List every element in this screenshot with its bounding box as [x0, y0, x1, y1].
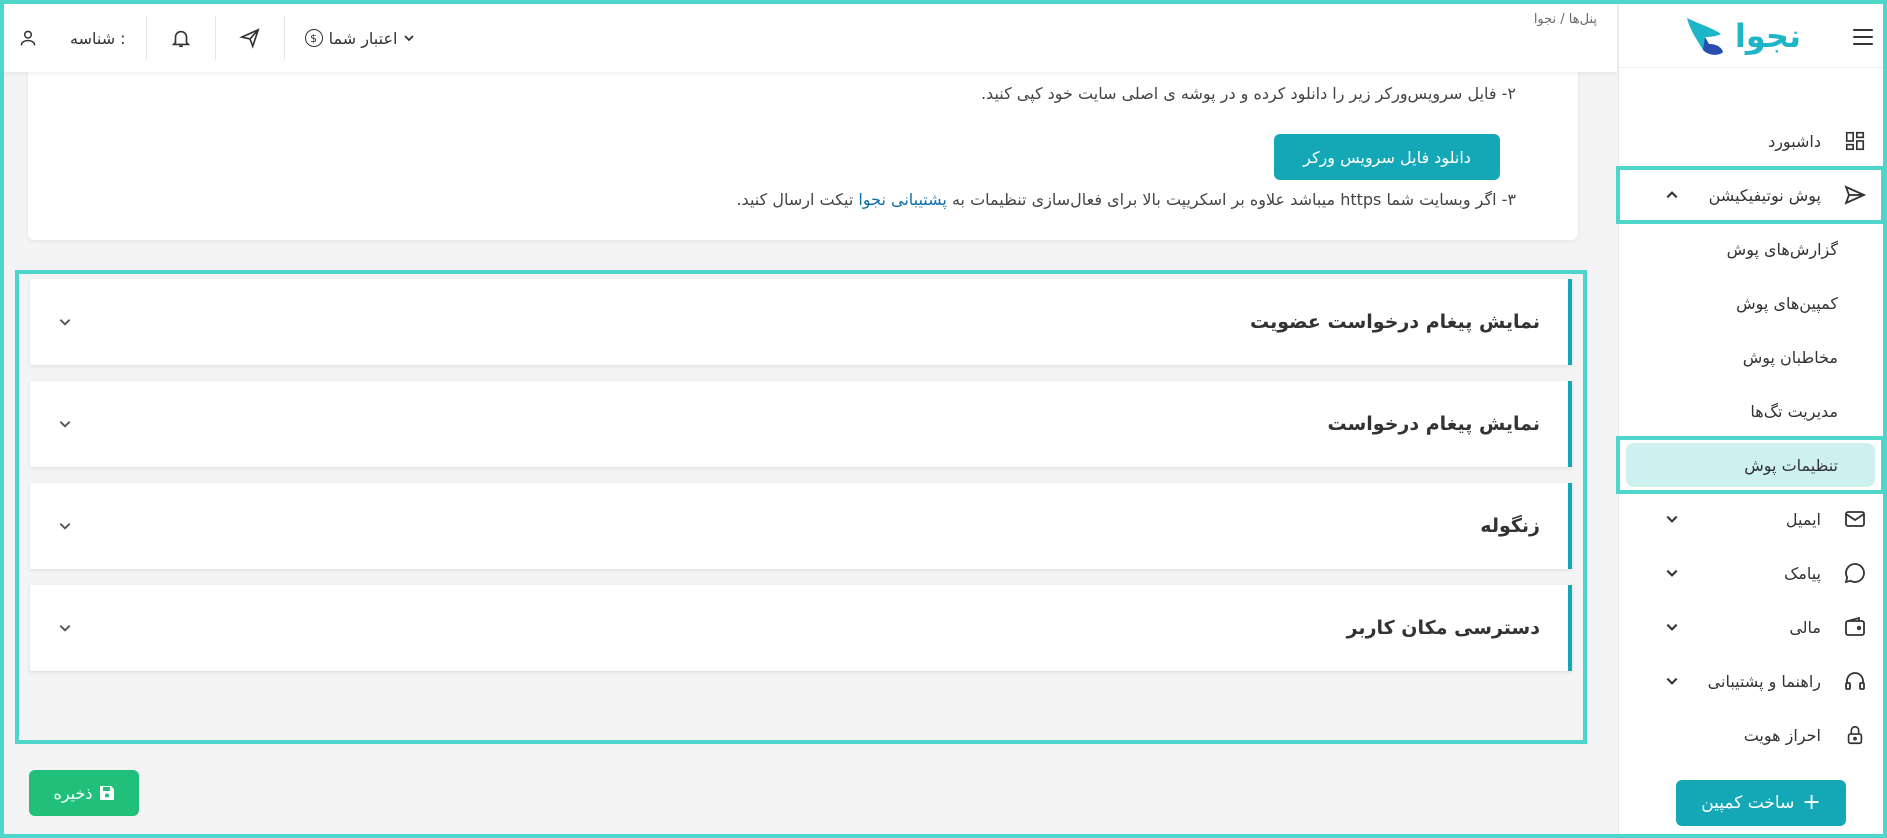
- sidebar-item-label: گزارش‌های پوش: [1726, 239, 1838, 259]
- chevron-down-icon[interactable]: [56, 415, 74, 433]
- sidebar-item-label: مالی: [1789, 617, 1821, 637]
- sidebar-item-label: مدیریت تگ‌ها: [1750, 401, 1838, 421]
- breadcrumb[interactable]: پنل‌ها / نجوا: [1534, 12, 1597, 27]
- sidebar-item-help-support[interactable]: راهنما و پشتیبانی: [1618, 654, 1883, 708]
- accordion-membership-request[interactable]: نمایش پیغام درخواست عضویت: [30, 279, 1572, 365]
- sidebar-item-label: تنظیمات پوش: [1744, 455, 1838, 475]
- sidebar-item-identity-verification[interactable]: احراز هویت: [1618, 708, 1883, 762]
- sidebar-item-label: پوش نوتیفیکیشن: [1708, 185, 1821, 205]
- chevron-up-icon[interactable]: [1664, 187, 1680, 203]
- lock-icon: [1843, 723, 1867, 747]
- service-worker-card: ۲- فایل سرویس‌ورکر زیر را دانلود کرده و …: [28, 72, 1578, 240]
- accordion-title: نمایش پیغام درخواست: [1327, 413, 1540, 435]
- accordion-title: نمایش پیغام درخواست عضویت: [1250, 311, 1540, 333]
- plus-icon: +: [1802, 790, 1821, 815]
- user-id-label: شناسه :: [70, 28, 126, 48]
- menu-icon[interactable]: [1847, 24, 1873, 50]
- step-2-text: ۲- فایل سرویس‌ورکر زیر را دانلود کرده و …: [980, 84, 1516, 103]
- bell-icon[interactable]: [167, 24, 195, 52]
- chevron-down-icon[interactable]: [1664, 565, 1680, 581]
- sidebar-subitem-push-campaigns[interactable]: کمپین‌های پوش: [1618, 276, 1883, 330]
- sidebar-subitem-push-audience[interactable]: مخاطبان پوش: [1618, 330, 1883, 384]
- user-menu[interactable]: شناسه :: [4, 24, 126, 52]
- sidebar-item-label: کمپین‌های پوش: [1736, 293, 1838, 313]
- save-label: ذخیره: [53, 783, 93, 803]
- send-icon[interactable]: [236, 24, 264, 52]
- accordion-title: زنگوله: [1480, 515, 1540, 537]
- wallet-icon: [1843, 615, 1867, 639]
- sidebar: نجوا داشبورد پوش نوتیفیکیشن: [1616, 4, 1885, 834]
- support-link[interactable]: پشتیبانی نجوا: [858, 190, 946, 209]
- step-3-after: تیکت ارسال کنید.: [736, 190, 854, 209]
- sidebar-item-label: پیامک: [1783, 563, 1821, 583]
- chevron-down-icon[interactable]: [1664, 511, 1680, 527]
- step-3-before: ۳- اگر وبسایت شما https میباشد علاوه بر …: [951, 190, 1516, 209]
- sidebar-item-label: احراز هویت: [1743, 725, 1821, 745]
- sidebar-subitem-push-settings[interactable]: تنظیمات پوش: [1616, 436, 1885, 494]
- coin-icon: $: [304, 29, 323, 47]
- sidebar-item-push-notification[interactable]: پوش نوتیفیکیشن: [1616, 166, 1885, 224]
- chevron-down-icon[interactable]: [56, 517, 74, 535]
- chat-icon: [1843, 561, 1867, 585]
- sidebar-item-label: مخاطبان پوش: [1742, 347, 1838, 367]
- logo-mark-icon: [1686, 18, 1723, 55]
- accordion-user-location[interactable]: دسترسی مکان کاربر: [30, 585, 1572, 671]
- settings-accordion-group: نمایش پیغام درخواست عضویت نمایش پیغام در…: [15, 270, 1587, 744]
- create-campaign-button[interactable]: + ساخت کمپین: [1676, 780, 1846, 826]
- step-3-text: ۳- اگر وبسایت شما https میباشد علاوه بر …: [736, 190, 1516, 209]
- divider: [145, 16, 147, 60]
- top-bar: پنل‌ها / نجوا شناسه : $ اعتبار شما: [4, 4, 1617, 72]
- chevron-down-icon[interactable]: [56, 619, 74, 637]
- sidebar-item-label: داشبورد: [1768, 131, 1821, 151]
- chevron-down-icon: [403, 29, 415, 48]
- accordion-title: دسترسی مکان کاربر: [1346, 617, 1540, 639]
- sidebar-subitem-push-reports[interactable]: گزارش‌های پوش: [1618, 222, 1883, 276]
- top-bar-actions: شناسه : $ اعتبار شما: [4, 4, 415, 72]
- divider: [214, 16, 216, 60]
- credit-label: اعتبار شما: [328, 28, 398, 48]
- download-service-worker-button[interactable]: دانلود فایل سرویس ورکر: [1274, 134, 1500, 180]
- send-icon: [1843, 183, 1867, 207]
- logo-text: نجوا: [1734, 17, 1802, 55]
- create-campaign-label: ساخت کمپین: [1701, 793, 1795, 813]
- accordion-request-message[interactable]: نمایش پیغام درخواست: [30, 381, 1572, 467]
- accordion-bell[interactable]: زنگوله: [30, 483, 1572, 569]
- sidebar-item-email[interactable]: ایمیل: [1618, 492, 1883, 546]
- credit-dropdown[interactable]: $ اعتبار شما: [304, 28, 416, 48]
- chevron-down-icon[interactable]: [1664, 619, 1680, 635]
- sidebar-header: نجوا: [1618, 4, 1883, 68]
- chevron-down-icon[interactable]: [1664, 673, 1680, 689]
- chevron-down-icon[interactable]: [56, 313, 74, 331]
- headset-icon: [1843, 669, 1867, 693]
- sidebar-nav: داشبورد پوش نوتیفیکیشن گزارش‌های پوش کمپ…: [1616, 114, 1885, 762]
- logo[interactable]: نجوا: [1683, 12, 1802, 60]
- dashboard-icon: [1843, 129, 1867, 153]
- sidebar-subitem-tag-management[interactable]: مدیریت تگ‌ها: [1618, 384, 1883, 438]
- sidebar-item-sms[interactable]: پیامک: [1618, 546, 1883, 600]
- sidebar-item-label: راهنما و پشتیبانی: [1707, 671, 1821, 691]
- sidebar-item-dashboard[interactable]: داشبورد: [1618, 114, 1883, 168]
- sidebar-item-label: ایمیل: [1785, 509, 1821, 529]
- mail-icon: [1843, 507, 1867, 531]
- save-icon: [99, 786, 114, 800]
- user-icon[interactable]: [14, 24, 42, 52]
- divider: [283, 16, 285, 60]
- save-button[interactable]: ذخیره: [29, 770, 139, 816]
- sidebar-item-finance[interactable]: مالی: [1618, 600, 1883, 654]
